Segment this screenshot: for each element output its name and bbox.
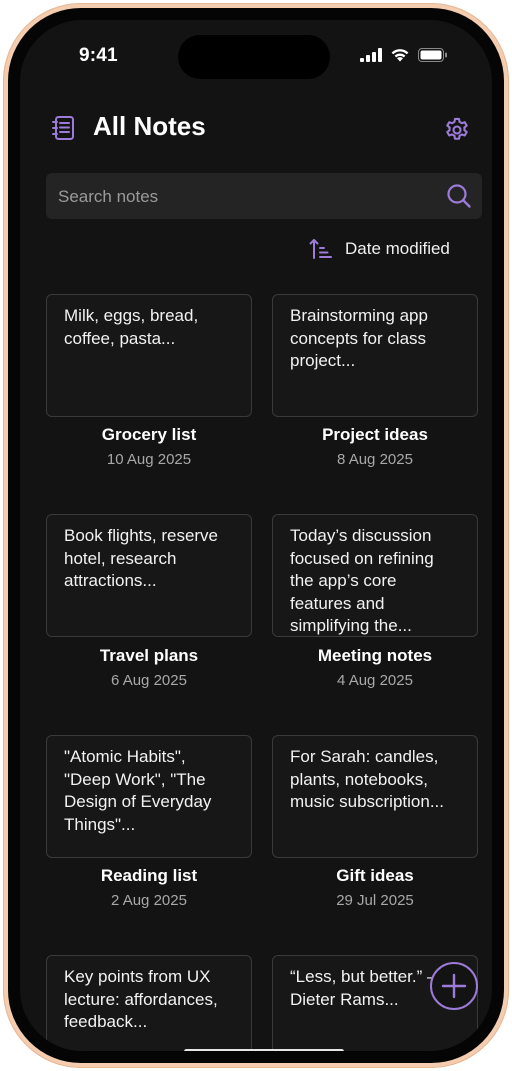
note-date: 2 Aug 2025 bbox=[111, 892, 187, 909]
note-title: Reading list bbox=[100, 866, 198, 885]
note-preview: For Sarah: candles, plants, notebooks, m… bbox=[290, 747, 444, 811]
note-preview: "Atomic Habits", "Deep Work", "The Desig… bbox=[64, 747, 212, 834]
sort-control[interactable]: Date modified bbox=[309, 237, 450, 261]
battery-icon bbox=[418, 48, 447, 62]
add-note-button[interactable] bbox=[430, 962, 478, 1010]
note-date: 8 Aug 2025 bbox=[337, 451, 413, 468]
note-title: Grocery list bbox=[101, 425, 197, 444]
search-input[interactable] bbox=[56, 173, 440, 221]
search-icon[interactable] bbox=[446, 183, 472, 209]
note-card-project-ideas[interactable]: Brainstorming app concepts for class pro… bbox=[272, 294, 478, 417]
screen: 9:41 All Notes Search notes Date modifie… bbox=[20, 20, 492, 1051]
note-date: 6 Aug 2025 bbox=[111, 672, 187, 689]
note-title: Gift ideas bbox=[336, 866, 414, 885]
device-frame: 9:41 All Notes Search notes Date modifie… bbox=[3, 3, 509, 1068]
note-card-meeting-notes[interactable]: Today’s discussion focused on refining t… bbox=[272, 514, 478, 637]
page-title: All Notes bbox=[93, 111, 206, 141]
note-date: 29 Jul 2025 bbox=[336, 892, 414, 909]
note-card-reading-list[interactable]: "Atomic Habits", "Deep Work", "The Desig… bbox=[46, 735, 252, 858]
note-preview: Book flights, reserve hotel, research at… bbox=[64, 526, 219, 590]
status-icons bbox=[360, 48, 448, 62]
plus-icon bbox=[441, 973, 467, 999]
note-preview: Key points from UX lecture: affordances,… bbox=[64, 967, 218, 1031]
note-date: 4 Aug 2025 bbox=[337, 672, 413, 689]
note-card-ux-lecture[interactable]: Key points from UX lecture: affordances,… bbox=[46, 955, 252, 1051]
note-title: Travel plans bbox=[99, 646, 199, 665]
dynamic-island bbox=[178, 35, 330, 79]
wifi-icon bbox=[391, 49, 409, 62]
note-preview: Brainstorming app concepts for class pro… bbox=[290, 306, 428, 370]
note-card-gift-ideas[interactable]: For Sarah: candles, plants, notebooks, m… bbox=[272, 735, 478, 858]
note-card-travel-plans[interactable]: Book flights, reserve hotel, research at… bbox=[46, 514, 252, 637]
cellular-signal-icon bbox=[360, 48, 382, 62]
note-title: Project ideas bbox=[322, 425, 428, 444]
note-card-grocery-list[interactable]: Milk, eggs, bread, coffee, pasta... bbox=[46, 294, 252, 417]
search-bar[interactable] bbox=[46, 173, 482, 221]
home-indicator[interactable] bbox=[184, 1049, 344, 1051]
note-title: Meeting notes bbox=[317, 646, 433, 665]
note-preview: Today’s discussion focused on refining t… bbox=[290, 526, 434, 635]
gear-icon[interactable] bbox=[443, 116, 471, 144]
note-date: 10 Aug 2025 bbox=[106, 451, 192, 468]
note-preview: Milk, eggs, bread, coffee, pasta... bbox=[64, 306, 199, 348]
sort-ascending-icon bbox=[309, 239, 332, 259]
notebook-icon bbox=[52, 116, 74, 140]
device-bezel: 9:41 All Notes Search notes Date modifie… bbox=[8, 8, 504, 1063]
status-time: 9:41 bbox=[79, 45, 118, 66]
sort-label: Date modified bbox=[345, 239, 450, 258]
